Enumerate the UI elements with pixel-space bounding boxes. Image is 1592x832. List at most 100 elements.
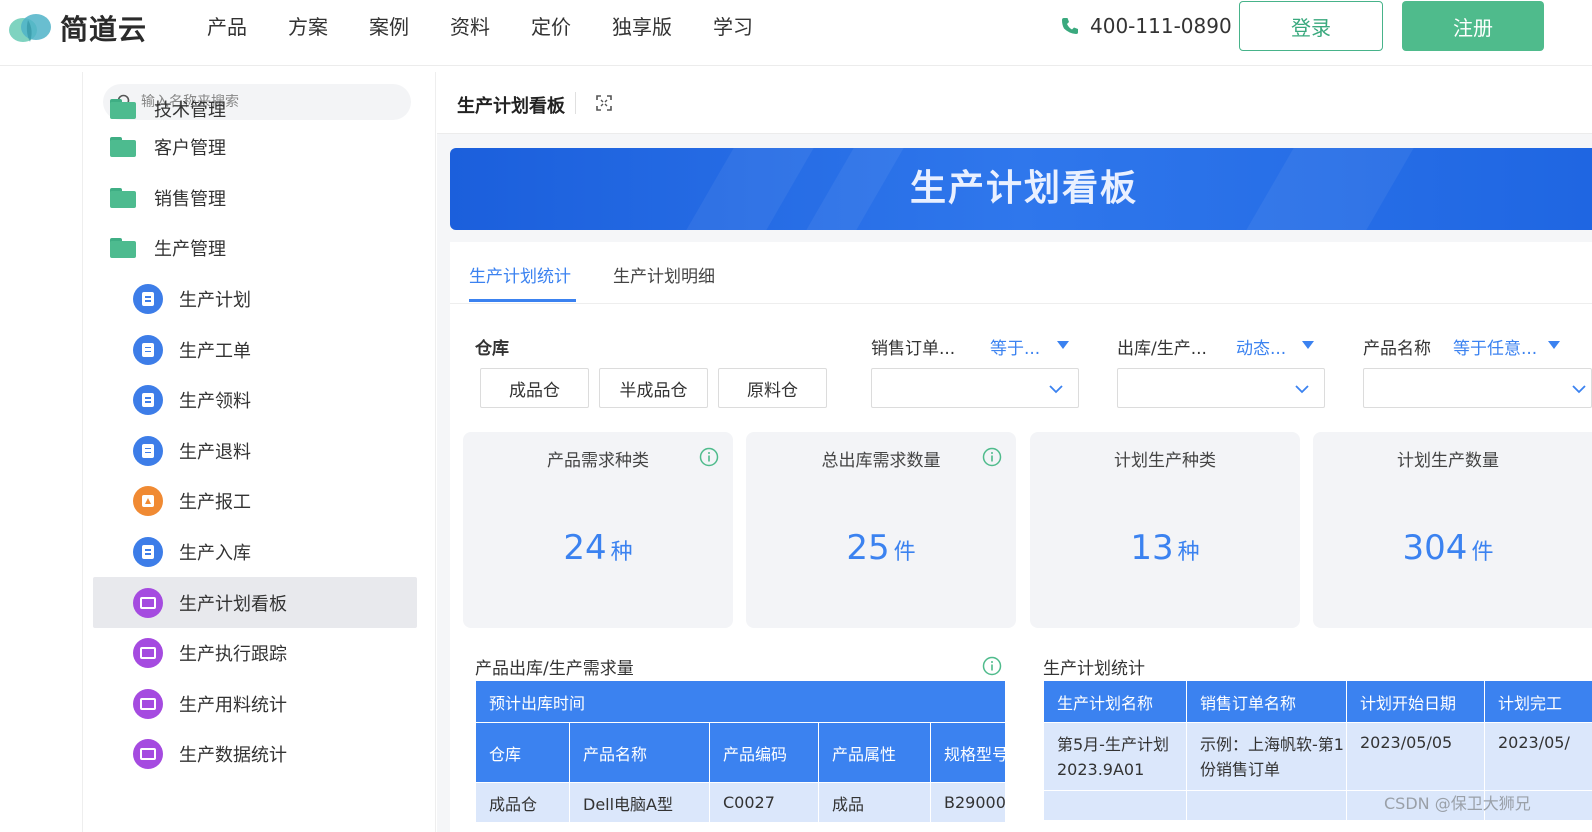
module-tree: 技术管理 客户管理 销售管理 生产管理 生产计划 生产工单 生产领料 生产退料 … xyxy=(83,99,435,780)
sidebar-item-label: 生产退料 xyxy=(179,441,251,463)
left-table-title: 产品出库/生产需求量 xyxy=(475,659,634,679)
kpi-card-demand-types: 产品需求种类 24 种 xyxy=(463,432,733,628)
brand-name: 简道云 xyxy=(60,13,148,46)
fullscreen-icon[interactable] xyxy=(595,94,613,112)
nav-item-exclusive[interactable]: 独享版 xyxy=(612,14,672,40)
nav-item-resources[interactable]: 资料 xyxy=(450,14,490,40)
folder-open-icon xyxy=(110,238,136,259)
folder-icon xyxy=(110,99,136,119)
outbound-filter-operator[interactable]: 动态... xyxy=(1236,334,1286,359)
dashboard-icon xyxy=(133,688,163,719)
register-button[interactable]: 注册 xyxy=(1402,1,1544,51)
phone-icon xyxy=(1062,18,1078,34)
sidebar-item-label: 生产数据统计 xyxy=(179,745,287,767)
kpi-title: 产品需求种类 xyxy=(547,451,649,471)
right-table-title: 生产计划统计 xyxy=(1043,659,1145,679)
dashboard-icon xyxy=(133,587,163,618)
dashboard-banner: 生产计划看板 xyxy=(450,148,1592,230)
kpi-card-plan-types: 计划生产种类 13 种 xyxy=(1030,432,1300,628)
document-icon xyxy=(133,435,163,466)
caret-down-icon[interactable] xyxy=(1057,341,1069,349)
tab-plan-details[interactable]: 生产计划明细 xyxy=(613,262,715,287)
kpi-unit: 种 xyxy=(610,540,633,565)
column-header[interactable]: 产品属性 xyxy=(818,722,931,783)
tab-bar: 生产计划统计 生产计划明细 xyxy=(450,242,1592,304)
sidebar-item-label: 生产计划看板 xyxy=(179,593,287,615)
sidebar-folder-production[interactable]: 生产管理 xyxy=(83,223,435,274)
sales-order-select[interactable] xyxy=(871,368,1079,408)
warehouse-option-finished[interactable]: 成品仓 xyxy=(480,368,589,408)
column-header[interactable]: 产品编码 xyxy=(709,722,819,783)
kpi-number: 13 xyxy=(1130,528,1174,568)
phone-contact: 400-111-0890 xyxy=(1060,14,1232,38)
sales-order-filter-operator[interactable]: 等于... xyxy=(990,334,1040,359)
dashboard-icon xyxy=(133,739,163,770)
main-content: 生产计划看板 生产计划看板 生产计划统计 生产计划明细 仓库 成品仓 半成品仓 … xyxy=(437,72,1592,832)
sidebar-item-work-order[interactable]: 生产工单 xyxy=(83,324,435,375)
table-cell: 成品仓 xyxy=(475,782,570,823)
nav-item-cases[interactable]: 案例 xyxy=(369,14,409,40)
nav-item-pricing[interactable]: 定价 xyxy=(531,14,571,40)
kpi-card-plan-quantity: 计划生产数量 304 件 xyxy=(1313,432,1592,628)
table-cell: 成品 xyxy=(818,782,931,823)
caret-down-icon[interactable] xyxy=(1548,341,1560,349)
info-icon[interactable] xyxy=(982,656,1002,676)
tab-plan-statistics[interactable]: 生产计划统计 xyxy=(469,262,571,287)
table-group-header: 预计出库时间 xyxy=(474,680,1007,723)
chevron-down-icon xyxy=(1295,385,1309,394)
brand-logo[interactable]: 简道云 xyxy=(8,8,147,48)
kpi-title: 总出库需求数量 xyxy=(821,451,941,471)
login-button[interactable]: 登录 xyxy=(1239,1,1383,51)
nav-item-solutions[interactable]: 方案 xyxy=(288,14,328,40)
info-icon[interactable] xyxy=(699,447,719,467)
sidebar-item-production-plan[interactable]: 生产计划 xyxy=(83,274,435,325)
sidebar-item-label: 客户管理 xyxy=(154,138,226,160)
sidebar-item-tech-management[interactable]: 技术管理 xyxy=(110,96,226,122)
outbound-select[interactable] xyxy=(1117,368,1325,408)
folder-icon xyxy=(110,137,136,158)
warehouse-option-semi-finished[interactable]: 半成品仓 xyxy=(599,368,708,408)
sidebar-item-label: 销售管理 xyxy=(154,188,226,210)
product-name-select[interactable] xyxy=(1363,368,1592,408)
column-header[interactable]: 规格型号 xyxy=(929,722,1007,783)
sidebar-item-plan-dashboard[interactable]: 生产计划看板 xyxy=(93,577,417,628)
sidebar-folder-sales[interactable]: 销售管理 xyxy=(83,173,435,224)
divider xyxy=(575,92,576,114)
kpi-value: 304 件 xyxy=(1313,528,1583,568)
column-header[interactable]: 计划完工 xyxy=(1484,680,1592,723)
sidebar-item-label: 生产计划 xyxy=(179,290,251,312)
sidebar-item-work-report[interactable]: 生产报工 xyxy=(83,476,435,527)
table-row[interactable]: 成品仓 Dell电脑A型 C0027 成品 B29000 xyxy=(475,782,1007,823)
warehouse-option-raw-material[interactable]: 原料仓 xyxy=(718,368,827,408)
sidebar-item-label: 生产用料统计 xyxy=(179,694,287,716)
nav-item-product[interactable]: 产品 xyxy=(207,14,247,40)
sidebar-item-label: 生产执行跟踪 xyxy=(179,644,287,666)
sidebar-item-material-stats[interactable]: 生产用料统计 xyxy=(83,679,435,730)
kpi-value: 24 种 xyxy=(463,528,733,568)
nav-item-learn[interactable]: 学习 xyxy=(713,14,753,40)
sidebar-item-label: 生产入库 xyxy=(179,543,251,565)
column-header[interactable]: 计划开始日期 xyxy=(1346,680,1485,723)
report-icon xyxy=(133,486,163,517)
column-header[interactable]: 生产计划名称 xyxy=(1043,680,1187,723)
product-name-filter-operator[interactable]: 等于任意... xyxy=(1453,334,1537,359)
kpi-unit: 件 xyxy=(893,540,916,565)
table-cell: Dell电脑A型 xyxy=(569,782,710,823)
sidebar-folder-customer[interactable]: 客户管理 xyxy=(83,122,435,173)
kpi-title: 计划生产种类 xyxy=(1114,451,1216,471)
table-row[interactable]: 第5月-生产计划 2023.9A01 示例：上海帆软-第1份销售订单 2023/… xyxy=(1043,722,1592,791)
kpi-value: 25 件 xyxy=(746,528,1016,568)
sidebar-item-label: 技术管理 xyxy=(154,100,226,121)
caret-down-icon[interactable] xyxy=(1302,341,1314,349)
sidebar-item-label: 生产管理 xyxy=(154,239,226,261)
sidebar-item-material-pick[interactable]: 生产领料 xyxy=(83,375,435,426)
sidebar-item-execution-tracking[interactable]: 生产执行跟踪 xyxy=(83,628,435,679)
column-header[interactable]: 仓库 xyxy=(475,722,570,783)
sidebar-item-data-stats[interactable]: 生产数据统计 xyxy=(83,729,435,780)
sidebar-item-warehousing[interactable]: 生产入库 xyxy=(83,527,435,578)
column-header[interactable]: 产品名称 xyxy=(569,722,710,783)
info-icon[interactable] xyxy=(982,447,1002,467)
demand-table: 预计出库时间 仓库 产品名称 产品编码 产品属性 规格型号 成品仓 Dell电脑… xyxy=(474,680,1007,823)
sidebar-item-material-return[interactable]: 生产退料 xyxy=(83,426,435,477)
column-header[interactable]: 销售订单名称 xyxy=(1186,680,1347,723)
